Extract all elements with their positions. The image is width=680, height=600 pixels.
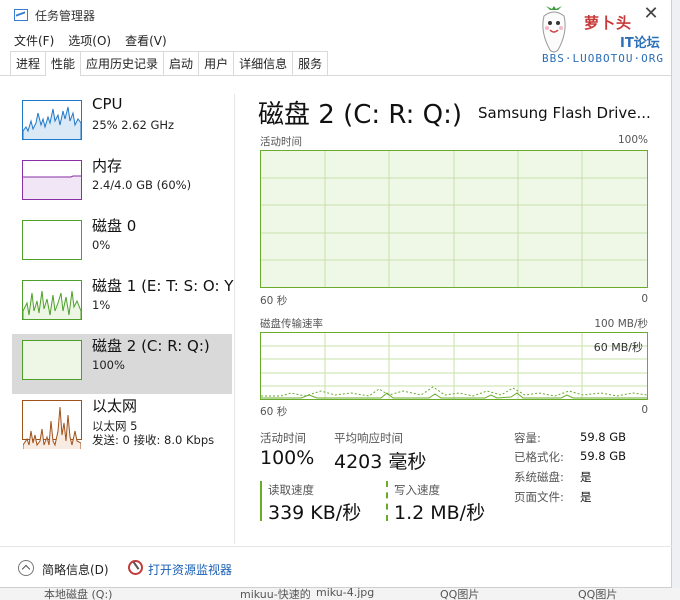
sidebar-item-sub: 25% 2.62 GHz [92, 118, 175, 132]
disk2-thumbnail-graph [22, 340, 82, 380]
prop-value: 59.8 GB [580, 449, 627, 463]
response-time-label: 平均响应时间 [334, 431, 403, 445]
write-speed-label: 写入速度 [394, 483, 440, 497]
prop-key: 已格式化: [514, 450, 564, 464]
footer-bar: 简略信息(D) 打开资源监视器 [0, 546, 672, 588]
read-speed-indicator [260, 481, 262, 521]
sidebar-item-ethernet[interactable]: 以太网 以太网 5 发送: 0 接收: 8.0 Kbps [12, 394, 232, 454]
sidebar-item-label: CPU [92, 95, 123, 113]
sidebar-item-sub: 1% [92, 298, 111, 312]
menu-view[interactable]: 查看(V) [125, 32, 167, 49]
active-time-value: 100% [260, 447, 315, 469]
background-item: QQ图片 [578, 588, 618, 600]
response-time-value: 4203 毫秒 [334, 451, 427, 473]
write-speed-value: 1.2 MB/秒 [394, 502, 486, 524]
sidebar-item-sub2: 发送: 0 接收: 8.0 Kbps [92, 433, 215, 447]
background-item: mikuu-快速的 [240, 588, 311, 600]
chart2-x-left: 60 秒 [260, 406, 288, 418]
sidebar-item-disk2[interactable]: 磁盘 2 (C: R: Q:) 100% [12, 334, 232, 394]
sidebar-item-label: 磁盘 1 (E: T: S: O: Y [92, 277, 234, 295]
sidebar-item-label: 磁盘 0 [92, 217, 137, 235]
chart2-x-right: 0 [641, 404, 648, 416]
chart2-label: 磁盘传输速率 [260, 318, 323, 330]
fewer-details-button[interactable]: 简略信息(D) [42, 561, 109, 578]
prop-key: 容量: [514, 431, 541, 445]
write-speed-indicator [386, 481, 388, 521]
logo-text: 萝卜头 [584, 14, 633, 32]
page-title: 磁盘 2 (C: R: Q:) [258, 100, 463, 130]
logo-url: BBS·LUOBOTOU·ORG [542, 52, 664, 65]
tab-users[interactable]: 用户 [198, 51, 235, 75]
sidebar-item-sub: 0% [92, 238, 111, 252]
window-title: 任务管理器 [35, 8, 96, 23]
sidebar-item-label: 磁盘 2 (C: R: Q:) [92, 337, 210, 355]
sidebar-item-cpu[interactable]: CPU 25% 2.62 GHz [12, 94, 232, 154]
background-item: 本地磁盘 (Q:) [44, 588, 113, 600]
tab-app-history[interactable]: 应用历史记录 [80, 51, 165, 75]
tab-processes[interactable]: 进程 [10, 51, 47, 75]
sidebar-item-label: 以太网 [92, 397, 138, 415]
chart2-inner-label: 60 MB/秒 [593, 341, 643, 354]
read-speed-value: 339 KB/秒 [268, 502, 362, 524]
active-time-label: 活动时间 [260, 431, 306, 445]
sidebar-item-disk1[interactable]: 磁盘 1 (E: T: S: O: Y 1% [12, 274, 234, 334]
performance-sidebar: CPU 25% 2.62 GHz 内存 2.4/4.0 GB (60%) 磁盘 … [12, 94, 234, 454]
chart1-x-right: 0 [641, 293, 648, 305]
disk1-thumbnail-graph [22, 280, 82, 320]
active-time-chart [260, 150, 648, 288]
sidebar-item-sub: 100% [92, 358, 125, 372]
prop-value: 是 [580, 490, 592, 504]
chevron-up-icon[interactable] [18, 560, 34, 576]
open-resource-monitor-link[interactable]: 打开资源监视器 [148, 561, 232, 578]
disk0-thumbnail-graph [22, 220, 82, 260]
chart1-max: 100% [617, 134, 648, 146]
chart1-x-left: 60 秒 [260, 295, 288, 307]
tab-services[interactable]: 服务 [292, 51, 329, 75]
prop-key: 页面文件: [514, 490, 564, 504]
menu-options[interactable]: 选项(O) [68, 32, 111, 49]
transfer-rate-chart: 60 MB/秒 [260, 332, 648, 400]
cpu-thumbnail-graph [22, 100, 82, 140]
memory-thumbnail-graph [22, 160, 82, 200]
chart1-label: 活动时间 [260, 136, 302, 148]
resource-monitor-icon [128, 560, 143, 575]
background-explorer-strip: 本地磁盘 (Q:) mikuu-快速的 miku-4.jpg QQ图片 QQ图片 [0, 586, 680, 600]
prop-key: 系统磁盘: [514, 470, 564, 484]
device-name: Samsung Flash Drive... [478, 104, 651, 122]
prop-value: 59.8 GB [580, 430, 627, 444]
tab-performance[interactable]: 性能 [45, 51, 82, 76]
tab-details[interactable]: 详细信息 [233, 51, 294, 75]
sidebar-item-label: 内存 [92, 157, 123, 175]
tab-startup[interactable]: 启动 [163, 51, 200, 75]
ethernet-thumbnail-graph [22, 400, 82, 449]
prop-value: 是 [580, 470, 592, 484]
sidebar-item-memory[interactable]: 内存 2.4/4.0 GB (60%) [12, 154, 232, 214]
mascot-icon [542, 6, 566, 53]
read-speed-label: 读取速度 [268, 483, 314, 497]
background-item: QQ图片 [440, 588, 480, 600]
close-button[interactable]: ✕ [640, 4, 662, 26]
task-manager-icon [14, 9, 28, 21]
chart2-max: 100 MB/秒 [594, 318, 648, 330]
active-time-grid [261, 151, 647, 287]
task-manager-window: 任务管理器 萝卜头 IT论坛 BBS·LUOBOTOU·ORG ✕ 文件(F) … [0, 0, 672, 588]
pane-divider[interactable] [234, 94, 235, 544]
transfer-rate-grid [261, 333, 647, 399]
logo-text: IT论坛 [620, 36, 660, 51]
menu-file[interactable]: 文件(F) [14, 32, 54, 49]
sidebar-item-sub: 2.4/4.0 GB (60%) [92, 178, 192, 192]
background-desktop-strip [672, 0, 680, 600]
sidebar-item-disk0[interactable]: 磁盘 0 0% [12, 214, 232, 274]
